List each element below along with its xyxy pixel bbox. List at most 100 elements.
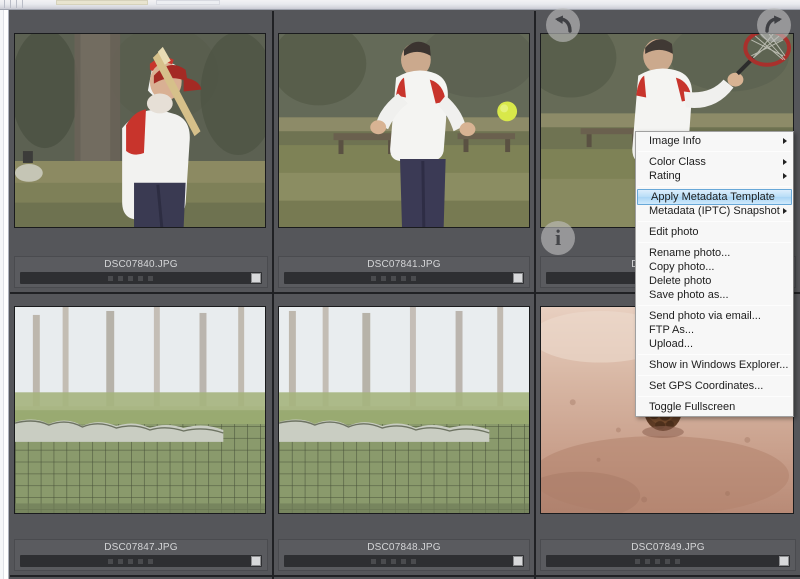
menu-item-set-gps-coordinates[interactable]: Set GPS Coordinates... [636, 379, 793, 393]
menu-item-label: Image Info [649, 135, 701, 147]
flag-checkbox[interactable] [779, 556, 789, 566]
menu-item-save-photo-as[interactable]: Save photo as... [636, 288, 793, 302]
star-icon[interactable] [380, 558, 386, 564]
star-icon[interactable] [410, 558, 416, 564]
star-rating[interactable] [546, 555, 768, 567]
flag-checkbox[interactable] [513, 273, 523, 283]
flag-checkbox[interactable] [251, 556, 261, 566]
thumbnail-image-frame[interactable] [278, 306, 530, 514]
star-icon[interactable] [107, 558, 113, 564]
left-panel [0, 10, 9, 579]
star-icon[interactable] [137, 558, 143, 564]
menu-item-show-in-windows-explorer[interactable]: Show in Windows Explorer... [636, 358, 793, 372]
toolbar-chip-1[interactable] [56, 0, 148, 5]
photo-baseball-pitcher [279, 34, 529, 227]
toolbar-tick [16, 0, 17, 8]
rating-bar[interactable] [546, 555, 790, 567]
star-icon[interactable] [117, 275, 123, 281]
menu-item-image-info[interactable]: Image Info [636, 134, 793, 148]
star-icon[interactable] [380, 275, 386, 281]
menu-separator [638, 305, 791, 306]
menu-item-label: Delete photo [649, 275, 712, 287]
thumbnail-image-frame[interactable] [14, 33, 266, 228]
menu-item-send-photo-via-email[interactable]: Send photo via email... [636, 309, 793, 323]
star-icon[interactable] [137, 275, 143, 281]
star-icon[interactable] [644, 558, 650, 564]
star-icon[interactable] [400, 558, 406, 564]
toolbar-tick [10, 0, 11, 8]
rating-bar[interactable] [20, 555, 262, 567]
star-icon[interactable] [370, 275, 376, 281]
chevron-right-icon [783, 208, 787, 214]
toolbar-chip-2[interactable] [156, 0, 220, 5]
star-icon[interactable] [147, 275, 153, 281]
rotate-left-icon [555, 15, 572, 33]
menu-item-ftp-as[interactable]: FTP As... [636, 323, 793, 337]
toolbar-tick [22, 0, 23, 8]
rotate-left-button[interactable] [546, 8, 580, 42]
menu-item-metadata-iptc-snapshot[interactable]: Metadata (IPTC) Snapshot [636, 204, 793, 218]
star-icon[interactable] [127, 275, 133, 281]
info-button[interactable]: i [541, 221, 575, 255]
thumbnail-cell[interactable]: DSC07848.JPG [274, 294, 536, 577]
rating-bar[interactable] [284, 555, 524, 567]
menu-item-label: Show in Windows Explorer... [649, 359, 789, 371]
thumbnail-cell[interactable]: DSC07841.JPG [274, 11, 536, 294]
menu-item-label: Save photo as... [649, 289, 729, 301]
thumbnail-cell[interactable]: DSC07847.JPG [10, 294, 274, 577]
menu-item-rename-photo[interactable]: Rename photo... [636, 246, 793, 260]
star-icon[interactable] [654, 558, 660, 564]
star-rating[interactable] [284, 555, 502, 567]
flag-checkbox[interactable] [251, 273, 261, 283]
star-icon[interactable] [117, 558, 123, 564]
menu-item-label: Set GPS Coordinates... [649, 380, 764, 392]
thumbnail-image-frame[interactable] [14, 306, 266, 514]
toolbar-strip [0, 0, 800, 10]
menu-item-label: Rename photo... [649, 247, 731, 259]
menu-item-upload[interactable]: Upload... [636, 337, 793, 351]
thumbnail-caption: DSC07848.JPG [278, 539, 530, 571]
thumbnail-caption: DSC07841.JPG [278, 256, 530, 288]
star-icon[interactable] [147, 558, 153, 564]
menu-item-delete-photo[interactable]: Delete photo [636, 274, 793, 288]
thumbnail-filename: DSC07849.JPG [631, 542, 705, 553]
menu-item-label: Edit photo [649, 226, 699, 238]
rating-bar[interactable] [20, 272, 262, 284]
star-icon[interactable] [634, 558, 640, 564]
thumbnail-cell[interactable]: DSC07840.JPG [10, 11, 274, 294]
menu-item-label: Copy photo... [649, 261, 715, 273]
menu-item-label: Upload... [649, 338, 694, 350]
rotate-right-icon [765, 15, 782, 33]
menu-item-label: Toggle Fullscreen [649, 401, 736, 413]
menu-item-color-class[interactable]: Color Class [636, 155, 793, 169]
star-icon[interactable] [390, 275, 396, 281]
star-icon[interactable] [107, 275, 113, 281]
star-icon[interactable] [410, 275, 416, 281]
flag-checkbox[interactable] [513, 556, 523, 566]
menu-item-label: Send photo via email... [649, 310, 761, 322]
star-icon[interactable] [664, 558, 670, 564]
menu-item-apply-metadata-template[interactable]: Apply Metadata Template [637, 189, 792, 205]
rotate-right-button[interactable] [757, 8, 791, 42]
chevron-right-icon [783, 159, 787, 165]
menu-item-edit-photo[interactable]: Edit photo [636, 225, 793, 239]
context-menu[interactable]: Image Info Color Class Rating Apply Meta… [635, 131, 794, 417]
photo-browser-window: DSC07840.JPG DSC07841.JPG DSC07847.JPG D… [0, 0, 800, 579]
menu-item-copy-photo[interactable]: Copy photo... [636, 260, 793, 274]
star-icon[interactable] [674, 558, 680, 564]
star-rating[interactable] [20, 272, 240, 284]
star-icon[interactable] [370, 558, 376, 564]
menu-item-toggle-fullscreen[interactable]: Toggle Fullscreen [636, 400, 793, 414]
star-icon[interactable] [390, 558, 396, 564]
menu-separator [638, 242, 791, 243]
star-rating[interactable] [20, 555, 240, 567]
thumbnail-image-frame[interactable] [278, 33, 530, 228]
photo-baseball-batter [15, 34, 265, 227]
thumbnail-caption: DSC07849.JPG [540, 539, 796, 571]
star-icon[interactable] [127, 558, 133, 564]
menu-item-label: FTP As... [649, 324, 695, 336]
star-icon[interactable] [400, 275, 406, 281]
rating-bar[interactable] [284, 272, 524, 284]
star-rating[interactable] [284, 272, 502, 284]
menu-item-rating[interactable]: Rating [636, 169, 793, 183]
